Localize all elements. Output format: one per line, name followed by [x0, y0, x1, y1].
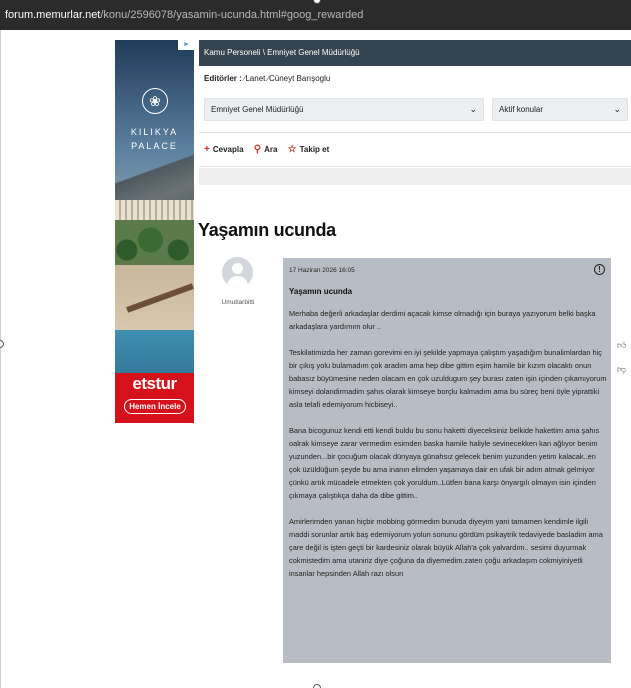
page-title: Yaşamın ucunda — [198, 220, 336, 240]
follow-label: Takip et — [299, 145, 330, 154]
follow-button[interactable]: ☆ Takip et — [288, 144, 330, 155]
category-select[interactable]: Emniyet Genel Müdürlüğü ⌄ — [204, 98, 484, 121]
post-date: 17 Haziran 2026 16:05 — [289, 267, 355, 274]
topic-filter-value: Aktif konular — [499, 105, 544, 114]
chevron-down-icon: ⌄ — [613, 104, 621, 114]
gray-strip — [199, 168, 631, 185]
ad-brand-line1: KILIKYA — [130, 127, 179, 137]
post-paragraph: Bana bicogunuz kendi etti kendi buldu bu… — [289, 426, 600, 500]
ad-choices-icon[interactable]: i▸ — [178, 40, 194, 50]
plus-icon: + — [204, 144, 210, 155]
editor-link[interactable]: Cüneyt Barışoglu — [269, 74, 330, 83]
chevron-down-icon: ⌄ — [469, 104, 477, 114]
avatar-head — [232, 263, 243, 274]
ad-brand-line2: PALACE — [131, 141, 178, 151]
star-icon: ☆ — [287, 144, 297, 155]
post-paragraph: Teskilatimizda her zaman gorevimi en iyi… — [289, 348, 607, 409]
breadcrumb[interactable]: Kamu Personeli \ Emniyet Genel Müdürlüğü — [199, 40, 631, 66]
post-card: 17 Haziran 2026 16:05 ! Yaşamın ucunda M… — [283, 258, 611, 663]
divider — [199, 132, 631, 133]
reply-button[interactable]: + Cevapla — [204, 144, 244, 155]
topic-filter-select[interactable]: Aktif konular ⌄ — [492, 98, 628, 121]
post-subject: Yaşamın ucunda — [289, 287, 353, 296]
author-name[interactable]: Umutlarbitti — [210, 299, 266, 306]
search-icon: ⚲ — [253, 144, 262, 155]
search-label: Ara — [264, 145, 278, 154]
address-bar[interactable]: forum.memurlar.net/konu/2596078/yasamin-… — [0, 0, 631, 30]
hotel-ad-banner[interactable]: ❀ KILIKYA PALACE — [115, 40, 194, 423]
window-resize-handle[interactable] — [313, 684, 321, 688]
ad-sponsor-logo: etstur — [132, 374, 177, 393]
editors-label: Editörler : — [204, 74, 242, 83]
thumbs-down-icon[interactable]: 👎︎ — [617, 364, 626, 375]
ad-palm-trees — [115, 220, 194, 270]
report-icon[interactable]: ! — [594, 264, 605, 275]
url-path: /konu/2596078/yasamin-ucunda.html#goog_r… — [100, 9, 364, 21]
category-select-value: Emniyet Genel Müdürlüğü — [211, 105, 304, 114]
editors-line: Editörler : ∕Lanet ∕Cüneyt Barışoglu — [204, 74, 330, 83]
topic-actions: + Cevapla ⚲ Ara ☆ Takip et — [204, 144, 337, 158]
divider — [199, 166, 631, 167]
ad-logo-icon: ❀ — [142, 88, 168, 114]
reply-label: Cevapla — [212, 145, 244, 154]
post-paragraph: Merhaba değerli arkadaşlar derdimi açaca… — [289, 309, 596, 331]
post-paragraph: Amirlerimden yanan hiçbir mobbing görmed… — [289, 517, 603, 578]
avatar[interactable] — [222, 257, 253, 288]
post-body: Merhaba değerli arkadaşlar derdimi açaca… — [289, 307, 607, 593]
search-button[interactable]: ⚲ Ara — [254, 144, 278, 155]
ad-cta-button[interactable]: Hemen İncele — [124, 399, 186, 414]
thumbs-up-icon[interactable]: 👍︎ — [617, 340, 626, 351]
avatar-body — [227, 276, 248, 288]
url-domain: forum.memurlar.net — [5, 9, 101, 21]
editor-link[interactable]: Lanet — [245, 74, 265, 83]
